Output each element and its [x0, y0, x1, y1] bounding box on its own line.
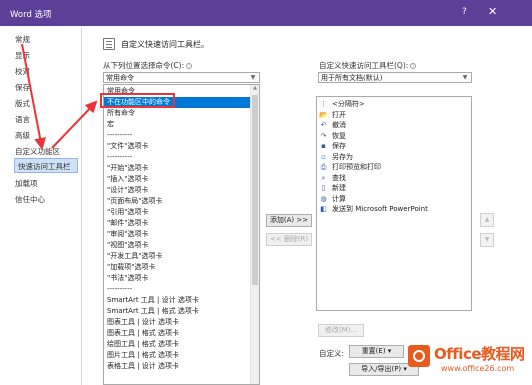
title-bar: Word 选项 ? ✕ [0, 0, 532, 26]
qat-item[interactable]: ◍ 计算 [319, 194, 346, 204]
commands-list[interactable]: ▲ 常用命令 不在功能区中的命令 所有命令宏 ---------- "文件"选项卡 ---… [103, 84, 260, 385]
customize-label: 自定义: [319, 349, 345, 358]
command-list-item[interactable]: "书法"选项卡 [104, 273, 250, 284]
command-list-item[interactable]: "开始"选项卡 [104, 163, 250, 174]
command-list-item[interactable]: "审阅"选项卡 [104, 229, 250, 240]
command-list-item[interactable]: 图片工具 | 格式 选项卡 [104, 350, 250, 361]
sidebar-item-display[interactable]: 显示 [15, 50, 30, 61]
watermark-url: www.office26.com [441, 364, 515, 373]
sidebar-item-proofing[interactable]: 校对 [15, 66, 30, 77]
command-list-item[interactable]: ---------- [104, 284, 250, 295]
chevron-down-icon[interactable]: ▼ [248, 73, 258, 82]
send-powerpoint-icon: ◧ [320, 205, 327, 213]
choose-commands-label: 从下列位置选择命令(C): i [103, 60, 193, 71]
command-list-item[interactable]: SmartArt 工具 | 格式 选项卡 [104, 306, 250, 317]
qat-item[interactable]: ⋮ <分隔符> [319, 99, 365, 109]
command-list-item[interactable]: ---------- [104, 130, 250, 141]
command-list-item[interactable]: "设计"选项卡 [104, 185, 250, 196]
command-list-item[interactable]: 绘图工具 | 格式 选项卡 [104, 339, 250, 350]
qat-item-label: 计算 [332, 194, 346, 203]
command-list-item[interactable]: 图表工具 | 设计 选项卡 [104, 317, 250, 328]
command-list-item[interactable]: "邮件"选项卡 [104, 218, 250, 229]
qat-item[interactable]: ⌕ 查找 [319, 173, 346, 183]
sidebar-item-language[interactable]: 语言 [15, 114, 30, 125]
sidebar-item-trust-center[interactable]: 信任中心 [15, 194, 45, 205]
command-list-item[interactable]: 表格工具 | 设计 选项卡 [104, 361, 250, 372]
separator-icon: ⋮ [320, 100, 327, 108]
options-sidebar: 常规 显示 校对 保存 版式 语言 高级 自定义功能区 快速访问工具栏 加载项 … [8, 28, 82, 385]
close-button[interactable]: ✕ [488, 5, 497, 18]
command-list-item[interactable]: 宏 [104, 119, 250, 130]
calculate-icon: ◍ [320, 194, 327, 203]
sidebar-item-save[interactable]: 保存 [15, 82, 30, 93]
command-list-item[interactable]: "引用"选项卡 [104, 207, 250, 218]
qat-scope-combo[interactable]: 用于所有文档(默认) ▼ [318, 72, 472, 83]
redo-icon: ↷ [320, 131, 327, 140]
add-button[interactable]: 添加(A) >> [266, 214, 312, 227]
find-icon: ⌕ [321, 173, 326, 182]
qat-item[interactable]: ↷ 恢复 [319, 131, 346, 141]
undo-icon: ↶ [320, 121, 327, 129]
sidebar-item-advanced[interactable]: 高级 [15, 130, 30, 141]
toolbar-customize-icon [103, 38, 115, 50]
command-list-item[interactable]: 所有命令 [104, 108, 250, 119]
command-list-item[interactable]: "页面布局"选项卡 [104, 196, 250, 207]
qat-item[interactable]: 📂 打开 [319, 110, 346, 120]
choose-commands-combo[interactable]: 常用命令 ▼ [103, 72, 260, 83]
remove-button[interactable]: << 删除(R) [266, 233, 312, 246]
sidebar-item-quick-access-toolbar[interactable]: 快速访问工具栏 [14, 158, 78, 173]
command-list-item[interactable]: "视图"选项卡 [104, 240, 250, 251]
sidebar-item-general[interactable]: 常规 [15, 34, 30, 45]
sidebar-item-customize-ribbon[interactable]: 自定义功能区 [15, 146, 60, 157]
help-button[interactable]: ? [462, 7, 467, 17]
highlight-callout [100, 93, 175, 108]
qat-item[interactable]: ⎙ 打印预览和打印 [319, 162, 381, 172]
command-list-item[interactable]: "文件"选项卡 [104, 141, 250, 152]
qat-item[interactable]: ◧ 发送到 Microsoft PowerPoint [319, 204, 428, 214]
qat-item[interactable]: ▫ 另存为 [319, 152, 353, 162]
sidebar-item-layout[interactable]: 版式 [15, 98, 30, 109]
command-list-item[interactable]: 图表工具 | 格式 选项卡 [104, 328, 250, 339]
qat-item[interactable]: ▪ 保存 [319, 141, 346, 151]
commands-list-scrollbar[interactable]: ▲ [250, 85, 259, 384]
sidebar-item-add-ins[interactable]: 加载项 [15, 178, 38, 189]
save-as-icon: ▫ [321, 152, 326, 161]
scroll-up-icon[interactable]: ▲ [251, 85, 259, 94]
command-list-item[interactable]: "加载项"选项卡 [104, 262, 250, 273]
watermark-brand: Office教程网 [434, 345, 525, 363]
qat-item[interactable]: ↶ 撤消 [319, 120, 346, 130]
section-header: 自定义快速访问工具栏。 [121, 40, 209, 49]
qat-item-label: 撤消 [332, 121, 346, 129]
reset-button[interactable]: 重置(E) ▾ [349, 345, 404, 358]
qat-command-list[interactable]: ⋮ <分隔符> 📂 打开 ↶ 撤消 ↷ 恢复 ▪ 保存 ▫ 另存为 ⎙ 打印预览和打印 ⌕ 查找 ▯ 新建 ◍ 计算 ◧… [316, 96, 472, 311]
qat-item-label: 查找 [332, 173, 346, 182]
qat-item[interactable]: ▯ 新建 [319, 183, 346, 193]
command-list-item[interactable]: "开发工具"选项卡 [104, 251, 250, 262]
save-icon: ▪ [321, 142, 326, 150]
qat-item-label: 保存 [332, 142, 346, 150]
info-icon: i [410, 63, 417, 69]
customize-qat-label: 自定义快速访问工具栏(Q): i [319, 60, 417, 71]
new-document-icon: ▯ [321, 184, 326, 192]
qat-item-label: 另存为 [332, 152, 353, 161]
qat-item-label: <分隔符> [332, 100, 365, 108]
command-list-item[interactable]: SmartArt 工具 | 设计 选项卡 [104, 295, 250, 306]
window-title: Word 选项 [10, 10, 52, 20]
office-logo-icon [408, 345, 430, 367]
command-list-item[interactable]: "插入"选项卡 [104, 174, 250, 185]
qat-item-label: 新建 [332, 184, 346, 192]
print-preview-icon: ⎙ [320, 163, 327, 171]
move-up-button[interactable]: ▲ [480, 213, 494, 227]
command-list-item[interactable]: ---------- [104, 152, 250, 163]
move-down-button[interactable]: ▼ [480, 233, 494, 247]
chevron-down-icon[interactable]: ▼ [460, 73, 470, 82]
scroll-thumb[interactable] [252, 95, 258, 285]
qat-item-label: 恢复 [332, 131, 346, 140]
qat-item-label: 发送到 Microsoft PowerPoint [332, 205, 428, 213]
info-icon: i [186, 63, 193, 69]
open-folder-icon: 📂 [319, 110, 328, 119]
modify-button[interactable]: 修改(M)... [318, 324, 364, 337]
qat-item-label: 打印预览和打印 [332, 163, 381, 171]
qat-item-label: 打开 [332, 110, 346, 119]
